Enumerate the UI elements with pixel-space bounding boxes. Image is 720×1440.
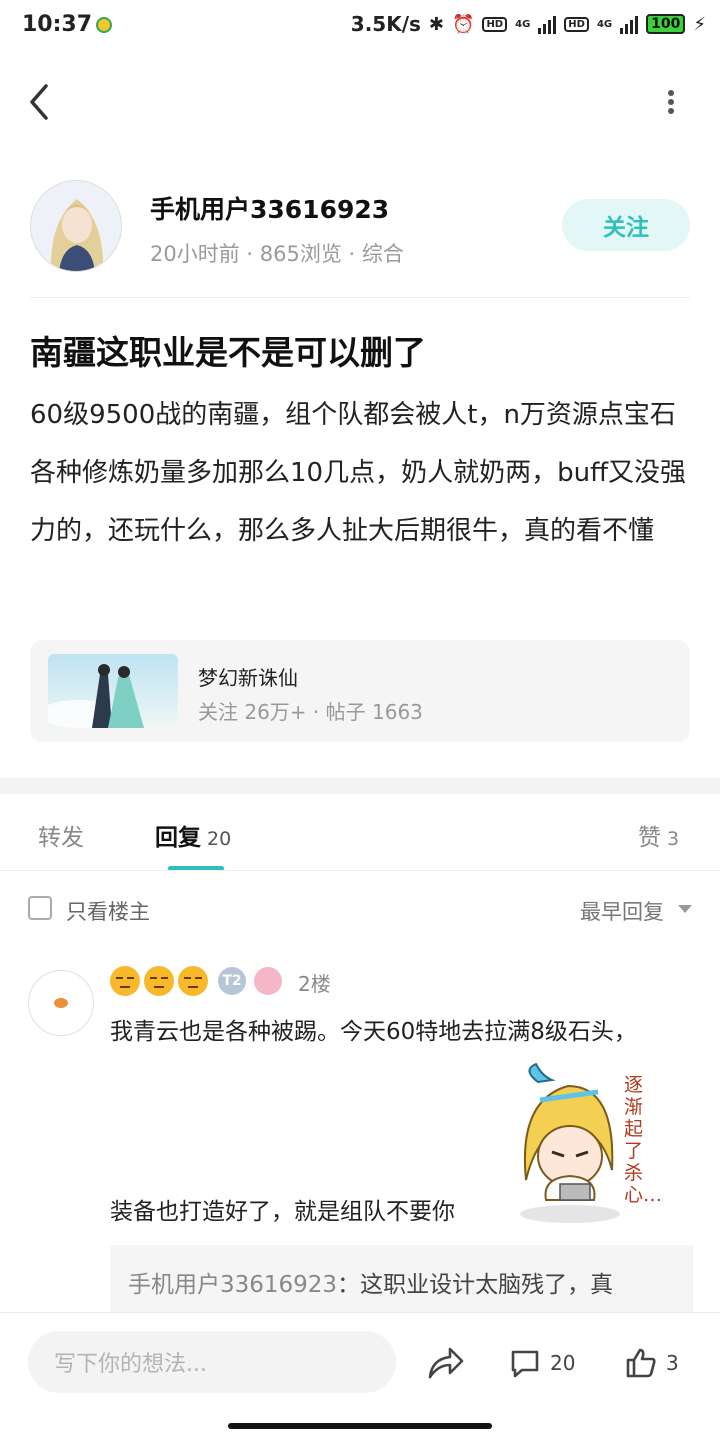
unamused-emoji-icon — [144, 966, 174, 996]
like-button[interactable]: 3 — [624, 1343, 679, 1383]
network-type-label: 4G — [515, 18, 531, 30]
sort-dropdown[interactable]: 最早回复 — [580, 896, 664, 926]
more-vertical-icon — [668, 90, 674, 114]
comment-count: 20 — [550, 1351, 576, 1375]
reply-preview[interactable]: 手机用户33616923：这职业设计太脑残了，真 — [110, 1245, 693, 1315]
post-meta: 20小时前 · 865浏览 · 综合 — [150, 242, 404, 266]
alarm-icon: ⏰ — [452, 13, 475, 35]
comment-text-line2: 装备也打造好了，就是组队不要你 — [110, 1199, 455, 1225]
forum-stats: 关注 26万+ · 帖子 1663 — [198, 700, 423, 724]
author-avatar[interactable] — [30, 180, 122, 272]
signal-icon — [620, 14, 639, 34]
avatar-emblem-icon — [54, 998, 68, 1008]
sticker-caption: 逐渐起了杀心… — [624, 1074, 663, 1206]
bottom-action-bar: 写下你的想法... 20 3 — [0, 1312, 720, 1440]
tab-like[interactable]: 赞3 — [638, 818, 679, 852]
tab-forward[interactable]: 转发 — [38, 818, 84, 852]
reply-preview-user: 手机用户33616923 — [128, 1272, 338, 1298]
battery-icon: 100 — [646, 14, 686, 34]
pink-badge-icon — [254, 967, 282, 995]
post-body: 60级9500战的南疆，组个队都会被人t，n万资源点宝石各种修炼奶量多加那么10… — [30, 400, 686, 546]
notification-app-icon — [96, 17, 112, 33]
comment-text-line1: 我青云也是各种被踢。今天60特地去拉满8级石头， — [110, 1019, 637, 1045]
status-time: 10:37 — [22, 12, 93, 37]
home-indicator[interactable] — [228, 1423, 492, 1429]
section-separator — [0, 778, 720, 794]
floor-number: 2楼 — [298, 972, 331, 996]
owner-only-label[interactable]: 只看楼主 — [66, 896, 150, 926]
signal-icon — [538, 14, 557, 34]
status-indicators: 3.5K/s ✱ ⏰ HD 4G HD 4G 100 ⚡ — [351, 12, 706, 36]
thumbs-up-icon — [626, 1348, 656, 1378]
commenter-avatar[interactable] — [28, 970, 94, 1036]
back-arrow-icon — [30, 84, 48, 120]
hd-badge-icon: HD — [564, 16, 589, 32]
more-options-button[interactable] — [660, 84, 682, 124]
status-bar: 10:37 3.5K/s ✱ ⏰ HD 4G HD 4G 100 ⚡ — [0, 0, 720, 52]
bluetooth-icon: ✱ — [428, 13, 445, 35]
author-name[interactable]: 手机用户33616923 — [150, 190, 389, 226]
commenter-badges: T2 — [110, 966, 282, 996]
tab-reply-label: 回复 — [155, 825, 201, 851]
share-button[interactable] — [426, 1345, 466, 1381]
like-count: 3 — [667, 828, 680, 850]
comment-button[interactable]: 20 — [508, 1343, 575, 1383]
comment-input[interactable]: 写下你的想法... — [28, 1331, 396, 1393]
owner-only-checkbox[interactable] — [28, 896, 52, 920]
forum-thumbnail — [48, 654, 178, 728]
unamused-emoji-icon — [178, 966, 208, 996]
network-speed: 3.5K/s — [350, 12, 421, 36]
reply-count: 20 — [207, 828, 232, 850]
forum-card[interactable]: 梦幻新诛仙 关注 26万+ · 帖子 1663 — [30, 640, 690, 742]
tab-like-label: 赞 — [638, 825, 661, 851]
tab-reply[interactable]: 回复 20 — [155, 818, 231, 852]
like-count: 3 — [666, 1351, 679, 1375]
follow-button[interactable]: 关注 — [562, 199, 690, 251]
share-icon — [428, 1347, 464, 1379]
post-title: 南疆这职业是不是可以删了 — [30, 333, 426, 372]
level-badge: T2 — [218, 967, 246, 995]
reply-preview-content: ：这职业设计太脑残了，真 — [337, 1272, 614, 1298]
network-type-label: 4G — [596, 18, 613, 30]
divider — [0, 870, 720, 871]
forum-name: 梦幻新诛仙 — [198, 666, 298, 690]
charging-icon: ⚡ — [693, 13, 706, 35]
tab-forward-label: 转发 — [38, 825, 84, 851]
avatar-portrait-icon — [31, 181, 121, 271]
unamused-emoji-icon — [110, 966, 140, 996]
hd-badge-icon: HD — [482, 16, 508, 32]
caret-down-icon[interactable] — [678, 905, 692, 913]
reply-preview-text: 手机用户33616923：这职业设计太脑残了，真 — [128, 1265, 613, 1299]
comment-bubble-icon — [511, 1350, 539, 1378]
divider — [30, 297, 690, 298]
comment-sticker-image[interactable]: 逐渐起了杀心… — [512, 1060, 662, 1226]
back-button[interactable] — [26, 82, 66, 122]
